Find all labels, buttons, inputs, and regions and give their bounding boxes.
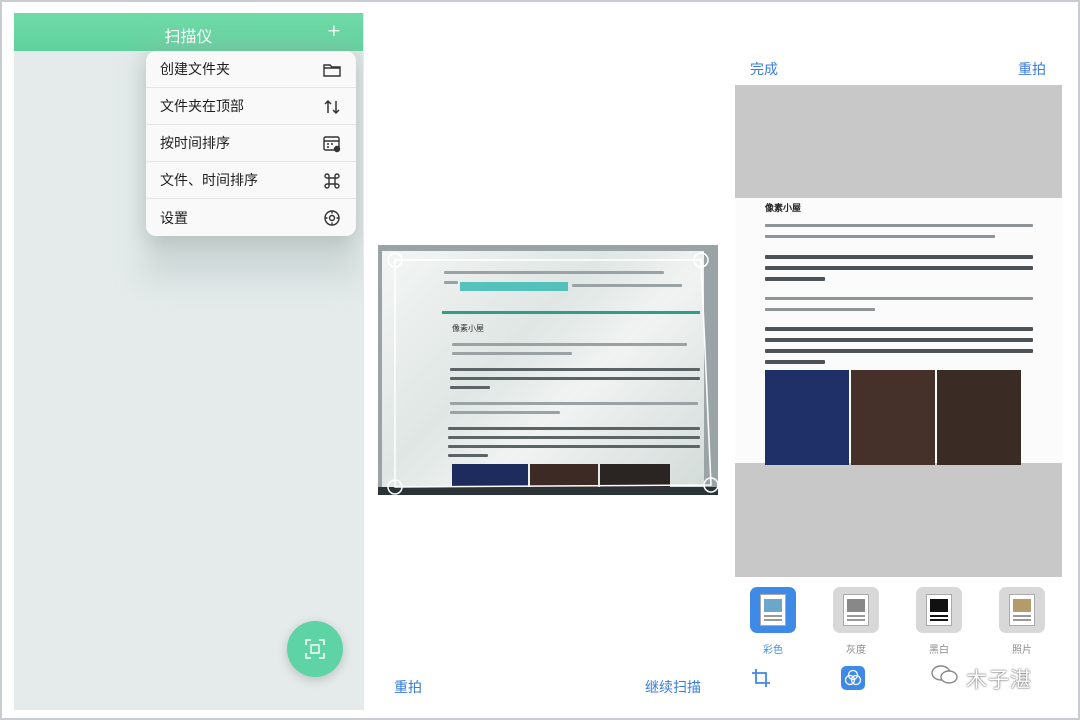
text-line (765, 224, 1033, 227)
crop-frame[interactable] (378, 245, 718, 495)
text-line (765, 277, 825, 281)
app-title: 扫描仪 (164, 27, 213, 46)
folder-icon (323, 64, 341, 77)
text-line (765, 308, 875, 311)
game-image (937, 370, 1021, 465)
text-line (765, 255, 1033, 259)
sort-arrows-icon (324, 99, 340, 115)
calendar-icon (323, 136, 341, 153)
scan-icon (305, 639, 325, 659)
retake-button[interactable]: 重拍 (1018, 59, 1046, 79)
scanned-document: 像素小屋 (735, 198, 1062, 465)
text-line (765, 297, 1033, 300)
menu-item-folders-on-top[interactable]: 文件夹在顶部 (146, 88, 356, 125)
menu-item-label: 创建文件夹 (160, 62, 230, 78)
menu-item-label: 设置 (160, 210, 188, 227)
text-line (765, 327, 1033, 331)
filter-bar: 彩色 灰度 黑白 照片 (735, 578, 1062, 656)
menu-item-create-folder[interactable]: 创建文件夹 (146, 51, 356, 88)
filter-label: 灰度 (846, 645, 866, 656)
text-line (765, 235, 995, 238)
gear-icon (324, 210, 340, 226)
menu-item-label: 文件夹在顶部 (160, 99, 244, 115)
watermark: 木子湛 (966, 668, 1032, 692)
continue-scan-button[interactable]: 继续扫描 (645, 677, 701, 697)
captured-photo: 像素小屋 (378, 245, 718, 495)
doc-title: 像素小屋 (765, 204, 802, 214)
game-image (765, 370, 849, 465)
filter-label: 彩色 (763, 645, 783, 656)
crop-icon[interactable] (751, 668, 771, 688)
retake-button[interactable]: 重拍 (394, 677, 422, 697)
menu-item-sort-by-time[interactable]: 按时间排序 (146, 125, 356, 162)
scan-button[interactable] (287, 621, 343, 677)
panel-divider (363, 13, 364, 710)
text-line (765, 360, 825, 364)
wechat-logo-icon (931, 665, 958, 684)
menu-item-label: 按时间排序 (160, 136, 230, 152)
text-line (765, 349, 1033, 353)
filter-bw-thumb[interactable] (916, 587, 962, 633)
filter-color-thumb[interactable] (750, 587, 796, 633)
filter-photo-thumb[interactable] (999, 587, 1045, 633)
text-line (765, 338, 1033, 342)
game-image (851, 370, 935, 465)
menu-item-file-time-sort[interactable]: 文件、时间排序 (146, 162, 356, 199)
filter-grayscale-thumb[interactable] (833, 587, 879, 633)
filter-label: 黑白 (929, 645, 949, 656)
text-line (765, 266, 1033, 270)
context-menu: 创建文件夹 文件夹在顶部 按时间排序 文件、时间排序 设置 (146, 51, 356, 236)
menu-item-settings[interactable]: 设置 (146, 199, 356, 236)
scanner-home-panel: 扫描仪 + 创建文件夹 文件夹在顶部 按时间排序 文件、时间排序 设置 (14, 13, 363, 710)
command-icon (324, 173, 340, 189)
done-button[interactable]: 完成 (750, 59, 778, 79)
color-filter-icon[interactable] (841, 666, 865, 690)
filter-label: 照片 (1012, 645, 1032, 656)
menu-item-label: 文件、时间排序 (160, 173, 258, 189)
app-header: 扫描仪 + (14, 13, 363, 51)
plus-icon[interactable]: + (327, 21, 341, 41)
